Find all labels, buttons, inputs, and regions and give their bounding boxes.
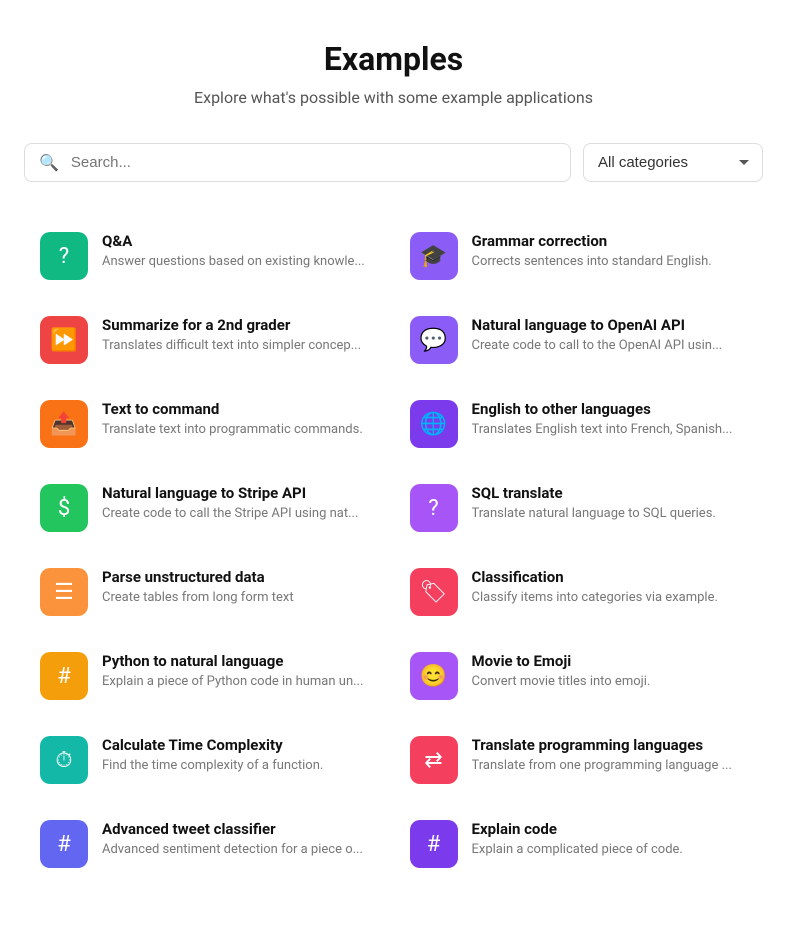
card-desc-parse-unstructured: Create tables from long form text: [102, 590, 378, 605]
card-desc-english-to-languages: Translates English text into French, Spa…: [472, 422, 748, 437]
card-icon-qa: ?: [40, 232, 88, 280]
card-text-explain-code: Explain code Explain a complicated piece…: [472, 820, 748, 857]
card-desc-classification: Classify items into categories via examp…: [472, 590, 748, 605]
search-wrapper: 🔍: [24, 143, 571, 182]
card-title-qa: Q&A: [102, 232, 378, 250]
card-icon-translate-programming-languages: ⇄: [410, 736, 458, 784]
card-text-grammar-correction: Grammar correction Corrects sentences in…: [472, 232, 748, 269]
card-icon-explain-code: #: [410, 820, 458, 868]
card-icon-english-to-languages: 🌐: [410, 400, 458, 448]
card-icon-grammar-correction: 🎓: [410, 232, 458, 280]
card-title-natural-language-openai: Natural language to OpenAI API: [472, 316, 748, 334]
card-classification[interactable]: 🏷 Classification Classify items into cat…: [394, 550, 764, 634]
card-title-english-to-languages: English to other languages: [472, 400, 748, 418]
card-icon-summarize-2nd-grader: ⏩: [40, 316, 88, 364]
card-python-natural-language[interactable]: # Python to natural language Explain a p…: [24, 634, 394, 718]
card-movie-to-emoji[interactable]: 😊 Movie to Emoji Convert movie titles in…: [394, 634, 764, 718]
card-title-python-natural-language: Python to natural language: [102, 652, 378, 670]
card-icon-sql-translate: ?: [410, 484, 458, 532]
card-desc-text-to-command: Translate text into programmatic command…: [102, 422, 378, 437]
card-desc-sql-translate: Translate natural language to SQL querie…: [472, 506, 748, 521]
card-advanced-tweet-classifier[interactable]: # Advanced tweet classifier Advanced sen…: [24, 802, 394, 886]
card-text-classification: Classification Classify items into categ…: [472, 568, 748, 605]
card-text-natural-language-openai: Natural language to OpenAI API Create co…: [472, 316, 748, 353]
card-text-to-command[interactable]: 📤 Text to command Translate text into pr…: [24, 382, 394, 466]
search-input[interactable]: [63, 144, 556, 181]
card-title-grammar-correction: Grammar correction: [472, 232, 748, 250]
card-text-natural-language-stripe: Natural language to Stripe API Create co…: [102, 484, 378, 521]
card-desc-summarize-2nd-grader: Translates difficult text into simpler c…: [102, 338, 378, 353]
card-icon-calculate-time-complexity: ⏱: [40, 736, 88, 784]
card-title-classification: Classification: [472, 568, 748, 586]
card-parse-unstructured[interactable]: ☰ Parse unstructured data Create tables …: [24, 550, 394, 634]
card-summarize-2nd-grader[interactable]: ⏩ Summarize for a 2nd grader Translates …: [24, 298, 394, 382]
card-text-movie-to-emoji: Movie to Emoji Convert movie titles into…: [472, 652, 748, 689]
card-desc-natural-language-stripe: Create code to call the Stripe API using…: [102, 506, 378, 521]
category-select[interactable]: All categories Conversation Coding Trans…: [583, 143, 763, 182]
card-title-translate-programming-languages: Translate programming languages: [472, 736, 748, 754]
card-title-calculate-time-complexity: Calculate Time Complexity: [102, 736, 378, 754]
card-title-text-to-command: Text to command: [102, 400, 378, 418]
card-desc-python-natural-language: Explain a piece of Python code in human …: [102, 674, 378, 689]
card-title-explain-code: Explain code: [472, 820, 748, 838]
card-text-advanced-tweet-classifier: Advanced tweet classifier Advanced senti…: [102, 820, 378, 857]
card-icon-text-to-command: 📤: [40, 400, 88, 448]
card-english-to-languages[interactable]: 🌐 English to other languages Translates …: [394, 382, 764, 466]
card-title-parse-unstructured: Parse unstructured data: [102, 568, 378, 586]
card-text-translate-programming-languages: Translate programming languages Translat…: [472, 736, 748, 773]
card-calculate-time-complexity[interactable]: ⏱ Calculate Time Complexity Find the tim…: [24, 718, 394, 802]
card-text-python-natural-language: Python to natural language Explain a pie…: [102, 652, 378, 689]
card-desc-natural-language-openai: Create code to call to the OpenAI API us…: [472, 338, 748, 353]
search-row: 🔍 All categories Conversation Coding Tra…: [24, 143, 763, 182]
card-icon-movie-to-emoji: 😊: [410, 652, 458, 700]
card-explain-code[interactable]: # Explain code Explain a complicated pie…: [394, 802, 764, 886]
card-text-parse-unstructured: Parse unstructured data Create tables fr…: [102, 568, 378, 605]
search-icon: 🔍: [39, 153, 59, 172]
card-desc-grammar-correction: Corrects sentences into standard English…: [472, 254, 748, 269]
card-text-calculate-time-complexity: Calculate Time Complexity Find the time …: [102, 736, 378, 773]
card-text-sql-translate: SQL translate Translate natural language…: [472, 484, 748, 521]
card-natural-language-stripe[interactable]: $ Natural language to Stripe API Create …: [24, 466, 394, 550]
page-subtitle: Explore what's possible with some exampl…: [24, 88, 763, 107]
card-translate-programming-languages[interactable]: ⇄ Translate programming languages Transl…: [394, 718, 764, 802]
card-icon-natural-language-openai: 💬: [410, 316, 458, 364]
card-title-natural-language-stripe: Natural language to Stripe API: [102, 484, 378, 502]
card-title-advanced-tweet-classifier: Advanced tweet classifier: [102, 820, 378, 838]
page-header: Examples Explore what's possible with so…: [24, 40, 763, 107]
card-desc-movie-to-emoji: Convert movie titles into emoji.: [472, 674, 748, 689]
card-text-english-to-languages: English to other languages Translates En…: [472, 400, 748, 437]
card-icon-advanced-tweet-classifier: #: [40, 820, 88, 868]
card-icon-parse-unstructured: ☰: [40, 568, 88, 616]
page-title: Examples: [24, 40, 763, 78]
card-title-sql-translate: SQL translate: [472, 484, 748, 502]
card-icon-classification: 🏷: [410, 568, 458, 616]
card-desc-advanced-tweet-classifier: Advanced sentiment detection for a piece…: [102, 842, 378, 857]
card-icon-natural-language-stripe: $: [40, 484, 88, 532]
card-title-movie-to-emoji: Movie to Emoji: [472, 652, 748, 670]
card-desc-calculate-time-complexity: Find the time complexity of a function.: [102, 758, 378, 773]
card-grammar-correction[interactable]: 🎓 Grammar correction Corrects sentences …: [394, 214, 764, 298]
card-desc-qa: Answer questions based on existing knowl…: [102, 254, 378, 269]
card-qa[interactable]: ? Q&A Answer questions based on existing…: [24, 214, 394, 298]
card-title-summarize-2nd-grader: Summarize for a 2nd grader: [102, 316, 378, 334]
card-text-text-to-command: Text to command Translate text into prog…: [102, 400, 378, 437]
card-desc-explain-code: Explain a complicated piece of code.: [472, 842, 748, 857]
card-icon-python-natural-language: #: [40, 652, 88, 700]
card-desc-translate-programming-languages: Translate from one programming language …: [472, 758, 748, 773]
card-text-qa: Q&A Answer questions based on existing k…: [102, 232, 378, 269]
examples-grid: ? Q&A Answer questions based on existing…: [24, 214, 763, 886]
card-natural-language-openai[interactable]: 💬 Natural language to OpenAI API Create …: [394, 298, 764, 382]
card-sql-translate[interactable]: ? SQL translate Translate natural langua…: [394, 466, 764, 550]
card-text-summarize-2nd-grader: Summarize for a 2nd grader Translates di…: [102, 316, 378, 353]
